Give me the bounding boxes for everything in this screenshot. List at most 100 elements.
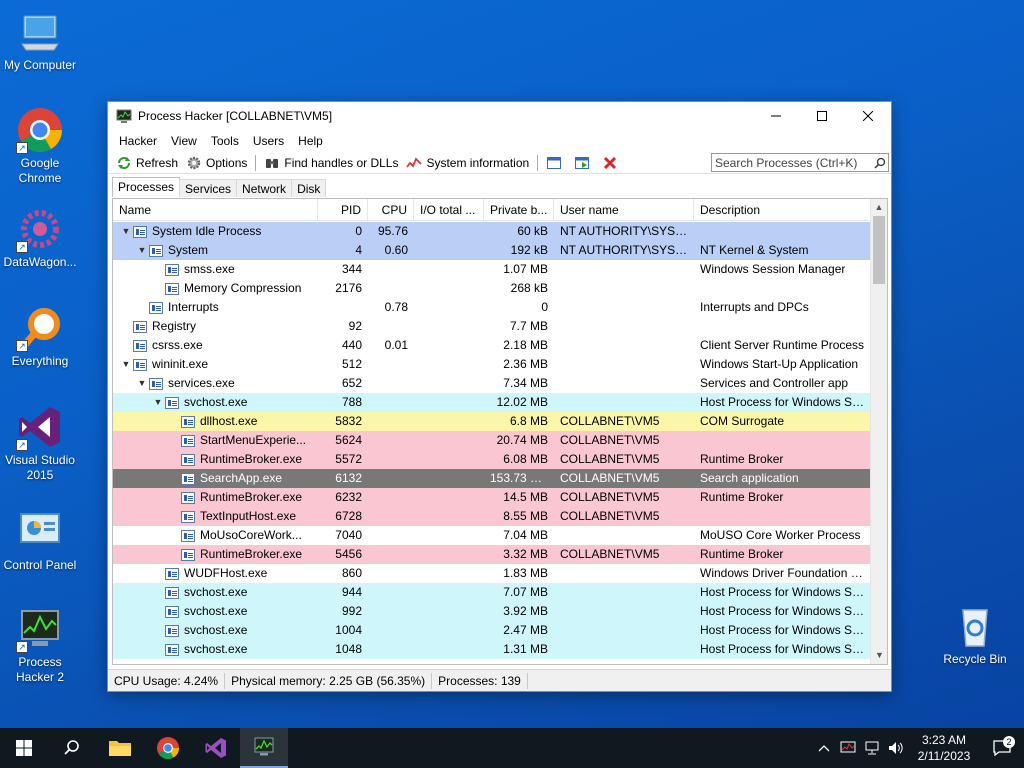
table-row[interactable]: MoUsoCoreWork... 7040 7.04 MB MoUSO Core Wo… bbox=[113, 526, 871, 545]
table-row[interactable]: ▼ svchost.exe 788 12.02 MB Host Process for … bbox=[113, 393, 871, 412]
desktop-icon-control-panel[interactable]: Control Panel bbox=[0, 508, 80, 573]
table-row[interactable]: svchost.exe 1004 2.47 MB Host Process for W… bbox=[113, 621, 871, 640]
table-row[interactable]: Interrupts 0.78 0 Interrupts and DPCs bbox=[113, 298, 871, 317]
process-icon bbox=[165, 586, 179, 599]
process-name-cell: smss.exe bbox=[113, 260, 318, 279]
find-handles-button[interactable]: Find handles or DLLs bbox=[260, 153, 402, 173]
process-cpu bbox=[368, 621, 414, 640]
menu-users[interactable]: Users bbox=[246, 134, 291, 148]
process-name: svchost.exe bbox=[184, 642, 248, 656]
column-io-total[interactable]: I/O total ... bbox=[414, 199, 484, 221]
expand-chevron-icon[interactable]: ▼ bbox=[135, 374, 149, 393]
table-row[interactable]: svchost.exe 944 7.07 MB Host Process for Wi… bbox=[113, 583, 871, 602]
datawagon-icon: ↗ bbox=[16, 205, 64, 253]
table-row[interactable]: dllhost.exe 5832 6.8 MB COLLABNET\VM5 COM Su… bbox=[113, 412, 871, 431]
expand-chevron-icon[interactable]: ▼ bbox=[151, 393, 165, 412]
table-row[interactable]: svchost.exe 1048 1.31 MB Host Process for W… bbox=[113, 640, 871, 659]
refresh-button[interactable]: Refresh bbox=[112, 153, 182, 173]
process-cpu bbox=[368, 393, 414, 412]
search-processes-input[interactable]: Search Processes (Ctrl+K) bbox=[711, 153, 889, 172]
expand-chevron-icon[interactable]: ▼ bbox=[135, 241, 149, 260]
menu-tools[interactable]: Tools bbox=[204, 134, 246, 148]
computer-icon bbox=[16, 8, 64, 56]
table-row[interactable]: csrss.exe 440 0.01 2.18 MB Client Server Run… bbox=[113, 336, 871, 355]
taskbar-clock[interactable]: 3:23 AM 2/11/2023 bbox=[908, 732, 980, 764]
scroll-down-icon[interactable]: ▼ bbox=[871, 647, 887, 664]
desktop-icon-process-hacker[interactable]: ↗ Process Hacker 2 bbox=[0, 605, 80, 685]
table-row[interactable]: RuntimeBroker.exe 5456 3.32 MB COLLABNET\VM… bbox=[113, 545, 871, 564]
search-icon[interactable] bbox=[872, 157, 888, 169]
column-name[interactable]: Name bbox=[113, 199, 318, 221]
show-hidden-icons-button[interactable] bbox=[812, 728, 836, 768]
process-private-bytes: 2.36 MB bbox=[503, 357, 548, 371]
menu-help[interactable]: Help bbox=[291, 134, 330, 148]
desktop-icon-datawagon[interactable]: ↗ DataWagon... bbox=[0, 205, 80, 270]
maximize-button[interactable] bbox=[799, 102, 845, 130]
desktop-icon-recycle-bin[interactable]: Recycle Bin bbox=[935, 602, 1015, 667]
table-row[interactable]: RuntimeBroker.exe 5572 6.08 MB COLLABNET\VM… bbox=[113, 450, 871, 469]
column-pid[interactable]: PID bbox=[318, 199, 368, 221]
close-button[interactable] bbox=[845, 102, 891, 130]
table-row[interactable]: Memory Compression 2176 268 kB bbox=[113, 279, 871, 298]
desktop-icon-label: Google Chrome bbox=[18, 156, 62, 185]
expand-chevron-icon[interactable]: ▼ bbox=[119, 355, 133, 374]
speaker-icon[interactable] bbox=[884, 728, 908, 768]
column-user-name[interactable]: User name bbox=[554, 199, 694, 221]
column-cpu[interactable]: CPU bbox=[368, 199, 414, 221]
column-description[interactable]: Description bbox=[694, 199, 871, 221]
tab-services[interactable]: Services bbox=[179, 179, 238, 197]
menu-view[interactable]: View bbox=[164, 134, 204, 148]
process-description: Host Process for Windows Ser... bbox=[700, 585, 871, 599]
taskbar-chrome[interactable] bbox=[144, 728, 192, 768]
table-row[interactable]: smss.exe 344 1.07 MB Windows Session Manage… bbox=[113, 260, 871, 279]
network-icon[interactable] bbox=[860, 728, 884, 768]
process-name: Memory Compression bbox=[184, 281, 302, 295]
tab-network[interactable]: Network bbox=[236, 179, 293, 197]
menu-hacker[interactable]: Hacker bbox=[112, 134, 164, 148]
table-row[interactable]: ▼ System Idle Process 0 95.76 60 kB NT AUTHOR… bbox=[113, 222, 871, 241]
taskbar-file-explorer[interactable] bbox=[96, 728, 144, 768]
everything-search-icon: ↗ bbox=[16, 304, 64, 352]
desktop-icon-everything[interactable]: ↗ Everything bbox=[0, 304, 80, 369]
table-row[interactable]: StartMenuExperie... 5624 20.74 MB COLLABNET… bbox=[113, 431, 871, 450]
start-button[interactable] bbox=[0, 728, 48, 768]
table-row[interactable]: WUDFHost.exe 860 1.83 MB Windows Driver Fou… bbox=[113, 564, 871, 583]
process-name: TextInputHost.exe bbox=[200, 509, 297, 523]
tab-disk[interactable]: Disk bbox=[291, 179, 327, 197]
taskbar-visual-studio[interactable] bbox=[192, 728, 240, 768]
table-row[interactable]: Registry 92 7.7 MB bbox=[113, 317, 871, 336]
action-center-button[interactable]: 2 bbox=[980, 736, 1024, 756]
tray-process-hacker-icon[interactable] bbox=[836, 728, 860, 768]
column-private-bytes[interactable]: Private b... bbox=[484, 199, 554, 221]
scrollbar-thumb[interactable] bbox=[873, 216, 885, 284]
table-row[interactable]: RuntimeBroker.exe 6232 14.5 MB COLLABNET\VM… bbox=[113, 488, 871, 507]
taskbar-process-hacker[interactable] bbox=[240, 728, 288, 768]
process-cpu bbox=[368, 640, 414, 659]
toolbar-separator bbox=[537, 154, 539, 171]
expand-chevron-icon[interactable]: ▼ bbox=[119, 222, 133, 241]
terminate-button[interactable] bbox=[598, 153, 626, 173]
tab-processes[interactable]: Processes bbox=[112, 177, 181, 197]
find-window-button[interactable] bbox=[570, 153, 598, 173]
scroll-up-icon[interactable]: ▲ bbox=[871, 199, 887, 216]
options-button[interactable]: Options bbox=[182, 153, 251, 173]
table-row[interactable]: ▼ System 4 0.60 192 kB NT AUTHORITY\SYSTEM NT … bbox=[113, 241, 871, 260]
system-information-button[interactable]: System information bbox=[402, 153, 533, 173]
title-bar[interactable]: Process Hacker [COLLABNET\VM5] bbox=[108, 102, 891, 130]
process-icon bbox=[165, 624, 179, 637]
desktop-icon-my-computer[interactable]: My Computer bbox=[0, 8, 80, 73]
table-row[interactable]: ▼ wininit.exe 512 2.36 MB Windows Start-Up A… bbox=[113, 355, 871, 374]
table-row[interactable]: svchost.exe 992 3.92 MB Host Process for Wi… bbox=[113, 602, 871, 621]
show-window-button[interactable] bbox=[542, 153, 570, 173]
desktop-icon-google-chrome[interactable]: ↗ Google Chrome bbox=[0, 106, 80, 186]
vertical-scrollbar[interactable]: ▲ ▼ bbox=[870, 199, 887, 664]
desktop-icon-visual-studio[interactable]: ↗ Visual Studio 2015 bbox=[0, 403, 80, 483]
table-row[interactable]: SearchApp.exe 6132 153.73 MB COLLABNET\VM5 S… bbox=[113, 469, 871, 488]
red-x-icon bbox=[602, 155, 618, 171]
table-row[interactable]: ▼ services.exe 652 7.34 MB Services and Cont… bbox=[113, 374, 871, 393]
chevron-up-icon bbox=[818, 745, 830, 752]
table-row[interactable]: TextInputHost.exe 6728 8.55 MB COLLABNET\VM… bbox=[113, 507, 871, 526]
process-name: RuntimeBroker.exe bbox=[200, 547, 303, 561]
taskbar-search-button[interactable] bbox=[48, 728, 96, 768]
minimize-button[interactable] bbox=[753, 102, 799, 130]
